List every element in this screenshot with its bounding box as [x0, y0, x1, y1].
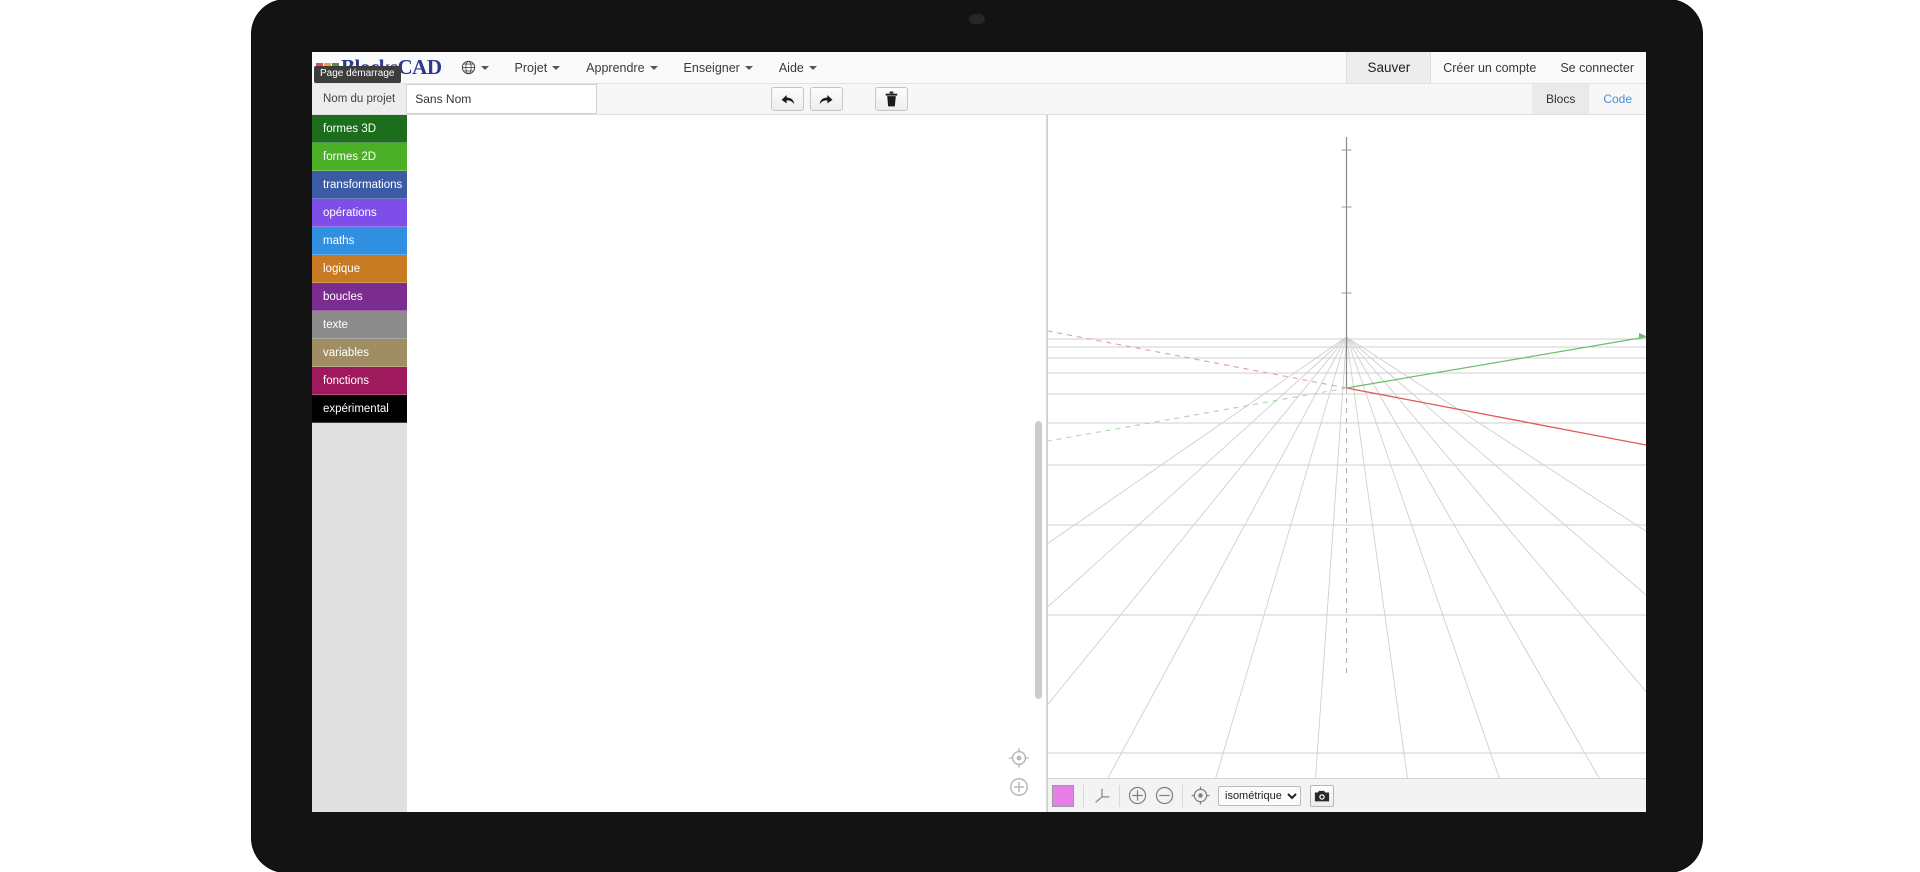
project-toolbar: Nom du projet Blocs Code: [312, 84, 1646, 115]
toolbox-category-fonctions[interactable]: fonctions: [312, 367, 407, 395]
screenshot-button[interactable]: [1310, 784, 1334, 807]
toolbox-category-variables[interactable]: variables: [312, 339, 407, 367]
app-logo[interactable]: BlocksCAD Page démarrage: [312, 52, 448, 83]
chevron-down-icon: [808, 65, 817, 70]
workspace-vertical-scrollbar[interactable]: [1035, 421, 1042, 699]
menu-apprendre[interactable]: Apprendre: [573, 52, 670, 83]
toolbox-category-formes-3d[interactable]: formes 3D: [312, 115, 407, 143]
viewport-toolbar: isométrique: [1048, 778, 1646, 812]
tab-blocs[interactable]: Blocs: [1531, 84, 1590, 114]
3d-viewport-canvas[interactable]: [1048, 115, 1646, 778]
recenter-target-icon: [1191, 786, 1210, 805]
toolbar-divider: [1083, 784, 1084, 807]
chevron-down-icon: [552, 65, 561, 70]
camera-icon: [1314, 790, 1330, 801]
undo-arrow-icon: [781, 94, 795, 104]
delete-all-button[interactable]: [875, 87, 909, 111]
tab-code[interactable]: Code: [1589, 84, 1646, 114]
top-navigation-bar: BlocksCAD Page démarrage Projet Apprendr…: [312, 52, 1646, 84]
viewport-zoom-in-button[interactable]: [1125, 783, 1150, 808]
menu-projet[interactable]: Projet: [502, 52, 574, 83]
trash-icon: [885, 91, 898, 107]
toolbox-category-operations[interactable]: opérations: [312, 199, 407, 227]
toolbox-category-transformations[interactable]: transformations: [312, 171, 407, 199]
menu-aide[interactable]: Aide: [766, 52, 830, 83]
show-axes-button[interactable]: [1089, 783, 1114, 808]
chevron-down-icon: [480, 65, 489, 70]
viewport-zoom-out-button[interactable]: [1152, 783, 1177, 808]
blockly-workspace[interactable]: [407, 115, 1047, 812]
zoom-in-icon[interactable]: [1008, 776, 1030, 798]
startup-page-tooltip: Page démarrage: [314, 66, 401, 83]
recenter-view-button[interactable]: [1188, 783, 1213, 808]
view-angle-select[interactable]: isométrique: [1218, 785, 1301, 806]
toolbox-category-texte[interactable]: texte: [312, 311, 407, 339]
toolbox-category-formes-2d[interactable]: formes 2D: [312, 143, 407, 171]
zoom-center-icon[interactable]: [1008, 747, 1030, 769]
project-name-input[interactable]: [407, 84, 598, 114]
menu-enseigner-label: Enseigner: [683, 60, 740, 75]
menu-aide-label: Aide: [778, 60, 804, 75]
zoom-out-icon: [1155, 786, 1174, 805]
undo-button[interactable]: [771, 87, 805, 111]
toolbar-divider: [1182, 784, 1183, 807]
menu-apprendre-label: Apprendre: [586, 60, 645, 75]
editor-mode-tabs: Blocs Code: [1531, 84, 1646, 114]
globe-icon: [461, 60, 475, 75]
menu-projet-label: Projet: [514, 60, 548, 75]
redo-button[interactable]: [810, 87, 844, 111]
chevron-down-icon: [649, 65, 658, 70]
blockly-toolbox: formes 3D formes 2D transformations opér…: [312, 115, 407, 812]
redo-arrow-icon: [819, 94, 833, 104]
blockscad-app-window: BlocksCAD Page démarrage Projet Apprendr…: [312, 52, 1646, 812]
tablet-camera-icon: [969, 14, 985, 24]
save-button[interactable]: Sauver: [1346, 52, 1432, 83]
editor-body: formes 3D formes 2D transformations opér…: [312, 115, 1646, 812]
color-swatch-button[interactable]: [1052, 784, 1074, 807]
toolbox-category-experimental[interactable]: expérimental: [312, 395, 407, 423]
workspace-zoom-controls: [1008, 747, 1030, 798]
login-link[interactable]: Se connecter: [1548, 52, 1646, 83]
toolbox-category-boucles[interactable]: boucles: [312, 283, 407, 311]
3d-grid-render: [1048, 115, 1646, 778]
zoom-in-icon: [1128, 786, 1147, 805]
menu-enseigner[interactable]: Enseigner: [671, 52, 766, 83]
toolbox-category-logique[interactable]: logique: [312, 255, 407, 283]
axes-icon: [1094, 788, 1109, 803]
toolbar-divider: [1119, 784, 1120, 807]
nav-right-group: Sauver Créer un compte Se connecter: [1346, 52, 1646, 83]
toolbox-category-maths[interactable]: maths: [312, 227, 407, 255]
chevron-down-icon: [744, 65, 753, 70]
viewport-pane: isométrique: [1047, 115, 1646, 812]
project-name-label: Nom du projet: [312, 84, 408, 114]
create-account-link[interactable]: Créer un compte: [1431, 52, 1548, 83]
language-menu[interactable]: [448, 52, 502, 83]
